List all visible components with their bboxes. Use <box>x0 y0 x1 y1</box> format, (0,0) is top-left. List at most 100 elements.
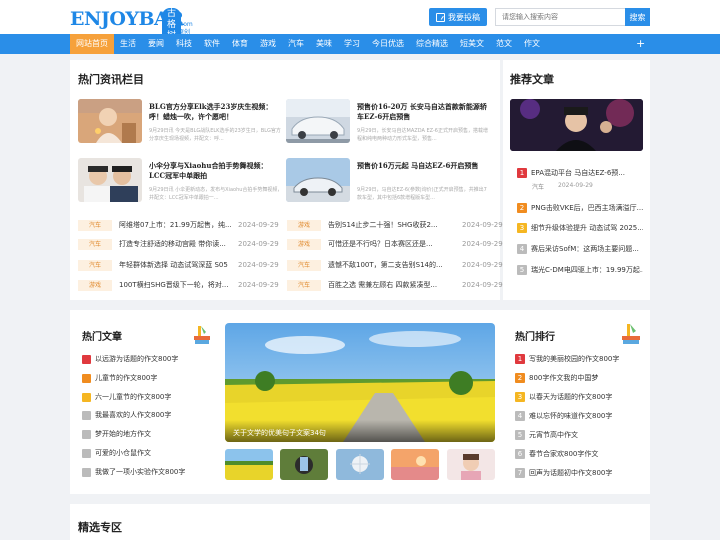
rank-number: 5 <box>515 430 525 440</box>
news-card[interactable]: 预售价16万元起 马自达EZ-6开启预售 9月29日，马自达EZ-6(参数|询价… <box>286 158 496 204</box>
search-input[interactable] <box>495 8 625 26</box>
hot-article-title[interactable]: 可爱的小仓鼠作文 <box>95 448 151 459</box>
rank-number: 2 <box>515 373 525 383</box>
nav-item-samples[interactable]: 范文 <box>490 34 518 54</box>
rank-number: 3 <box>515 392 525 402</box>
news-thumbnail <box>78 158 142 202</box>
hot-article-title[interactable]: 梦开始的地方作文 <box>95 429 151 440</box>
nav-item-today[interactable]: 今日优选 <box>366 34 410 54</box>
recommended-item-title[interactable]: PNG击败VKE后，巴西主场满溢厅... <box>531 202 643 214</box>
news-title[interactable]: 小伞分享与Xiaohu合拍手势舞视频：LCC冠军中单跟拍 <box>149 161 283 181</box>
rank-item-title[interactable]: 春节合家欢800字作文 <box>529 448 641 460</box>
nav-item-tech[interactable]: 科技 <box>170 34 198 54</box>
hero-thumbnail[interactable] <box>225 449 273 480</box>
recommended-item-title[interactable]: EPA混动平台 马自达EZ-6预... <box>531 167 643 179</box>
list-item[interactable]: 游戏 可惜还是不行吗？日本赛区还是... 2024-09-29 <box>287 239 503 251</box>
category-tag[interactable]: 汽车 <box>78 220 112 231</box>
rank-number: 4 <box>515 411 525 421</box>
article-icon <box>82 393 91 402</box>
list-item-date: 2024-09-29 <box>238 281 279 289</box>
rank-number: 7 <box>515 468 525 478</box>
recommended-item-title[interactable]: 瑞光C-DM电四驱上市：19.99万起... <box>531 264 643 276</box>
nav-item-selected[interactable]: 综合精选 <box>410 34 454 54</box>
recommended-item-title[interactable]: 细节升级体验提升 动态试驾 2025... <box>531 222 643 234</box>
article-icon <box>82 430 91 439</box>
category-tag[interactable]: 汽车 <box>287 280 321 291</box>
list-item[interactable]: 汽车 遗憾不敌100T，第二支告别S14的... 2024-09-29 <box>287 260 503 272</box>
hero-thumbnail[interactable] <box>447 449 495 480</box>
list-item-date: 2024-09-29 <box>462 221 503 229</box>
list-item[interactable]: 汽车 打造专注舒适的移动宫殿 带你读... 2024-09-29 <box>78 239 279 251</box>
nav-item-home[interactable]: 网站首页 <box>70 34 114 54</box>
nav-item-games[interactable]: 游戏 <box>254 34 282 54</box>
hot-article-title[interactable]: 我最喜欢的人作文800字 <box>95 410 171 421</box>
rank-item-title[interactable]: 以春天为话题的作文800字 <box>529 391 641 403</box>
news-card[interactable]: 预售价16-20万 长安马自达首款新能源轿车EZ-6开启预售 9月29日，长安马… <box>286 99 496 145</box>
list-item-title[interactable]: 年轻群体新选择 动态试驾深蓝 S05 <box>119 260 239 271</box>
submit-article-button[interactable]: 我要投稿 <box>429 8 487 26</box>
rank-number: 6 <box>515 449 525 459</box>
news-title[interactable]: BLG官方分享Elk选手23岁庆生视频：呼！蜡烛一吹，许个愿吧！ <box>149 102 283 122</box>
news-thumbnail <box>78 99 142 143</box>
list-item-title[interactable]: 阿维塔07上市：21.99万起售，纯... <box>119 220 239 231</box>
search-button[interactable]: 搜索 <box>625 8 650 26</box>
list-item-title[interactable]: 百胜之选 需兼左顾右 四款紧凑型... <box>328 280 448 291</box>
news-card[interactable]: 小伞分享与Xiaohu合拍手势舞视频：LCC冠军中单跟拍 9月29日讯 小伞更新… <box>78 158 288 204</box>
hero-thumbnail[interactable] <box>280 449 328 480</box>
nav-item-life[interactable]: 生活 <box>114 34 142 54</box>
hero-thumbnail[interactable] <box>391 449 439 480</box>
list-item-date: 2024-09-29 <box>238 221 279 229</box>
category-tag[interactable]: 汽车 <box>78 260 112 271</box>
news-desc: 9月29日讯 小伞更新动态，发布与Xiaohu合拍手势舞视频，并配文：LCC冠军… <box>149 187 283 201</box>
hero-slide[interactable]: 关于文学的优美句子文案34句 <box>225 323 495 442</box>
nav-item-news[interactable]: 要闻 <box>142 34 170 54</box>
list-item-title[interactable]: 100T横扫SHG晋级下一轮，将对... <box>119 280 239 291</box>
article-icon <box>82 449 91 458</box>
nav-more-icon[interactable]: + <box>636 34 645 54</box>
featured-title: 精选专区 <box>78 521 122 534</box>
news-title[interactable]: 预售价16万元起 马自达EZ-6开启预售 <box>357 161 491 171</box>
list-item[interactable]: 汽车 阿维塔07上市：21.99万起售，纯... 2024-09-29 <box>78 220 279 232</box>
rank-item-title[interactable]: 难以忘怀的味道作文800字 <box>529 410 641 422</box>
nav-item-composition[interactable]: 作文 <box>518 34 546 54</box>
category-tag[interactable]: 游戏 <box>287 239 321 250</box>
nav-item-sports[interactable]: 体育 <box>226 34 254 54</box>
hero-thumbnail[interactable] <box>336 449 384 480</box>
rank-item-title[interactable]: 元宵节高中作文 <box>529 429 641 441</box>
list-item-title[interactable]: 可惜还是不行吗？日本赛区还是... <box>328 239 448 250</box>
list-item[interactable]: 游戏 100T横扫SHG晋级下一轮，将对... 2024-09-29 <box>78 280 279 292</box>
hot-article-title[interactable]: 六一儿童节的作文800字 <box>95 392 171 403</box>
article-icon <box>82 374 91 383</box>
category-tag[interactable]: 游戏 <box>287 220 321 231</box>
list-item-title[interactable]: 打造专注舒适的移动宫殿 带你读... <box>119 239 239 250</box>
nav-item-study[interactable]: 学习 <box>338 34 366 54</box>
nav-item-software[interactable]: 软件 <box>198 34 226 54</box>
main-nav: 网站首页 生活 要闻 科技 软件 体育 游戏 汽车 美味 学习 今日优选 综合精… <box>0 34 720 54</box>
list-item[interactable]: 汽车 百胜之选 需兼左顾右 四款紧凑型... 2024-09-29 <box>287 280 503 292</box>
nav-item-short-essay[interactable]: 短美文 <box>454 34 490 54</box>
recommended-thumbnail[interactable] <box>510 99 643 151</box>
article-icon <box>82 411 91 420</box>
list-item[interactable]: 游戏 告别S14止步二十强！SHG收获2... 2024-09-29 <box>287 220 503 232</box>
nav-item-cars[interactable]: 汽车 <box>282 34 310 54</box>
nav-item-food[interactable]: 美味 <box>310 34 338 54</box>
edit-icon <box>436 12 445 22</box>
news-card[interactable]: BLG官方分享Elk选手23岁庆生视频：呼！蜡烛一吹，许个愿吧！ 9月29日讯 … <box>78 99 288 145</box>
news-desc: 9月29日，长安马自达MAZDA EZ-6正式开启预售，搭载增程和纯电两种动力形… <box>357 128 488 142</box>
rank-item-title[interactable]: 回声为话题初中作文800字 <box>529 467 641 479</box>
hot-article-title[interactable]: 我做了一项小实验作文800字 <box>95 467 185 478</box>
recommended-item-tag[interactable]: 汽车 <box>532 182 544 191</box>
recommended-item-title[interactable]: 赛后采访SofM：这两场主要问题... <box>531 243 643 255</box>
hot-article-title[interactable]: 以远游为话题的作文800字 <box>95 354 178 365</box>
hot-article-title[interactable]: 儿童节的作文800字 <box>95 373 157 384</box>
hero-caption[interactable]: 关于文学的优美句子文案34句 <box>225 420 495 442</box>
rank-item-title[interactable]: 800字作文我的中国梦 <box>529 372 641 384</box>
list-item[interactable]: 汽车 年轻群体新选择 动态试驾深蓝 S05 2024-09-29 <box>78 260 279 272</box>
list-item-title[interactable]: 遗憾不敌100T，第二支告别S14的... <box>328 260 448 271</box>
category-tag[interactable]: 游戏 <box>78 280 112 291</box>
category-tag[interactable]: 汽车 <box>78 239 112 250</box>
list-item-title[interactable]: 告别S14止步二十强！SHG收获2... <box>328 220 448 231</box>
category-tag[interactable]: 汽车 <box>287 260 321 271</box>
news-title[interactable]: 预售价16-20万 长安马自达首款新能源轿车EZ-6开启预售 <box>357 102 491 122</box>
rank-item-title[interactable]: 写我的美丽校园的作文800字 <box>529 353 641 365</box>
